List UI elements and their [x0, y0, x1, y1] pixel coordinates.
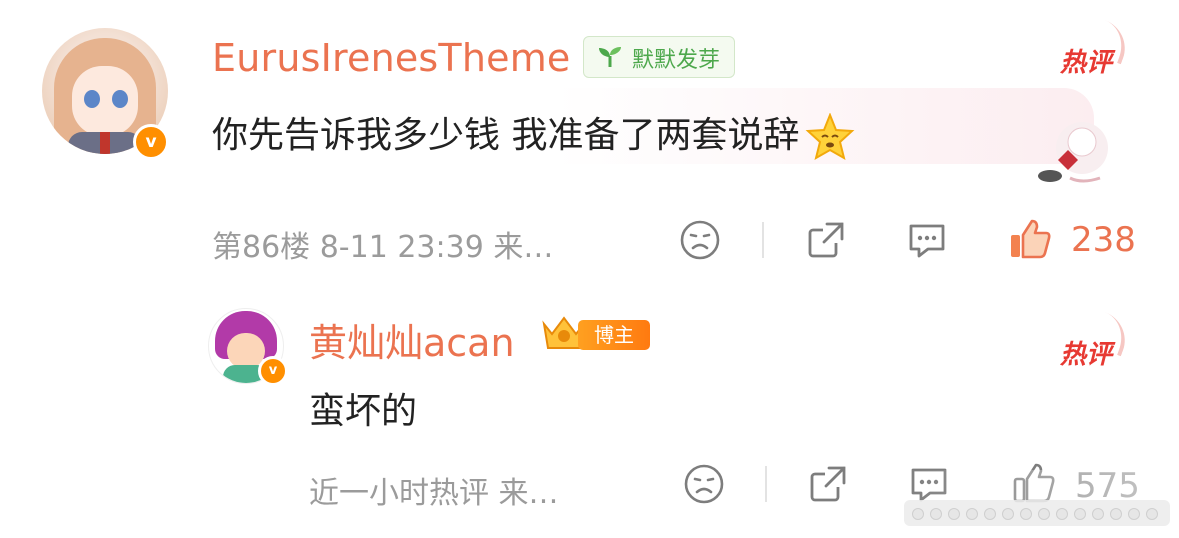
- star-emoji-icon: [806, 113, 855, 161]
- reply-meta: 近一小时热评 来…: [309, 476, 559, 511]
- user-level-badge[interactable]: 默默发芽: [583, 36, 735, 78]
- like-count: 238: [1071, 220, 1136, 260]
- comment-username[interactable]: EurusIrenesTheme: [212, 36, 571, 80]
- verified-icon: v: [258, 356, 288, 386]
- verified-icon: v: [133, 124, 169, 160]
- comment-meta: 第86楼 8-11 23:39 来…: [212, 230, 554, 265]
- divider: [762, 222, 764, 258]
- share-icon[interactable]: [807, 463, 849, 505]
- reply-text[interactable]: 蛮坏的: [309, 382, 417, 434]
- badge-label: 默默发芽: [632, 48, 721, 73]
- blogger-badge: 博主: [540, 314, 652, 352]
- dislike-icon[interactable]: [683, 463, 725, 505]
- sprout-icon: [599, 47, 621, 67]
- like-icon[interactable]: [1008, 217, 1052, 261]
- card-decoration-icon: [1038, 122, 1108, 183]
- reply-username[interactable]: 黄灿灿acan: [309, 312, 515, 367]
- share-icon[interactable]: [805, 219, 847, 261]
- comment-text[interactable]: 你先告诉我多少钱 我准备了两套说辞: [212, 106, 855, 161]
- blogger-label: 博主: [578, 320, 650, 350]
- dislike-icon[interactable]: [679, 219, 721, 261]
- watermark-bar: [904, 500, 1170, 526]
- comment-text-content: 你先告诉我多少钱 我准备了两套说辞: [212, 115, 800, 156]
- comment-icon[interactable]: [906, 221, 948, 261]
- divider: [765, 466, 767, 502]
